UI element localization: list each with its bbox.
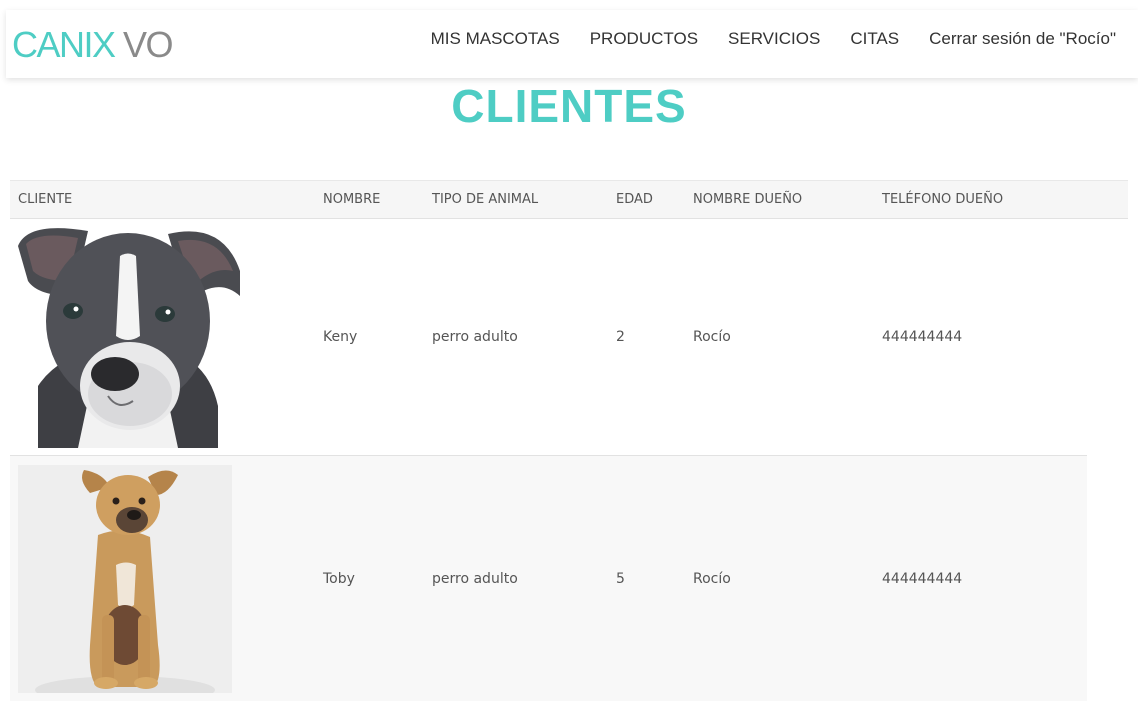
table-row[interactable]: Toby perro adulto 5 Rocío 444444444 [10,456,1087,701]
cell-edad: 5 [616,570,625,587]
main-nav: MIS MASCOTAS PRODUCTOS SERVICIOS CITAS C… [431,29,1116,49]
cell-nombre: Keny [323,329,358,345]
nav-productos[interactable]: PRODUCTOS [590,29,698,49]
brand-part-2: VO [123,24,174,65]
cell-nombre: Toby [323,570,355,587]
pet-photo-grey-pitbull[interactable] [18,226,240,448]
cell-telefono: 444444444 [882,570,963,587]
header-nombre: NOMBRE [323,192,381,207]
nav-cerrar-sesion[interactable]: Cerrar sesión de "Rocío" [929,29,1116,49]
tan-puppy-sitting-photo [18,464,232,693]
cell-telefono: 444444444 [882,329,963,345]
navbar: CANIX VO MIS MASCOTAS PRODUCTOS SERVICIO… [6,10,1138,78]
header-telefono-dueno: TELÉFONO DUEÑO [882,192,1004,207]
page-title: CLIENTES [451,80,687,132]
nav-mis-mascotas[interactable]: MIS MASCOTAS [431,29,560,49]
cell-dueno: Rocío [693,570,731,587]
pet-photo-tan-puppy[interactable] [18,464,232,693]
page: CANIX VO MIS MASCOTAS PRODUCTOS SERVICIO… [0,0,1138,709]
brand-logo[interactable]: CANIX VO [12,20,174,70]
table-row[interactable]: Keny perro adulto 2 Rocío 444444444 [10,219,1087,456]
header-cliente: CLIENTE [18,192,73,207]
clients-table: CLIENTE NOMBRE TIPO DE ANIMAL EDAD NOMBR… [10,180,1128,701]
header-nombre-dueno: NOMBRE DUEÑO [693,192,803,207]
nav-servicios[interactable]: SERVICIOS [728,29,820,49]
table-header: CLIENTE NOMBRE TIPO DE ANIMAL EDAD NOMBR… [10,180,1128,219]
header-tipo-animal: TIPO DE ANIMAL [432,192,539,207]
cell-dueno: Rocío [693,329,731,345]
cell-photo [10,226,323,448]
nav-citas[interactable]: CITAS [850,29,899,49]
brand-part-1: CANIX [12,24,116,65]
header-edad: EDAD [616,192,653,207]
cell-tipo: perro adulto [432,329,518,345]
cell-tipo: perro adulto [432,570,518,587]
cell-edad: 2 [616,329,625,345]
grey-pitbull-puppy-photo [18,226,240,448]
cell-photo [10,464,323,693]
